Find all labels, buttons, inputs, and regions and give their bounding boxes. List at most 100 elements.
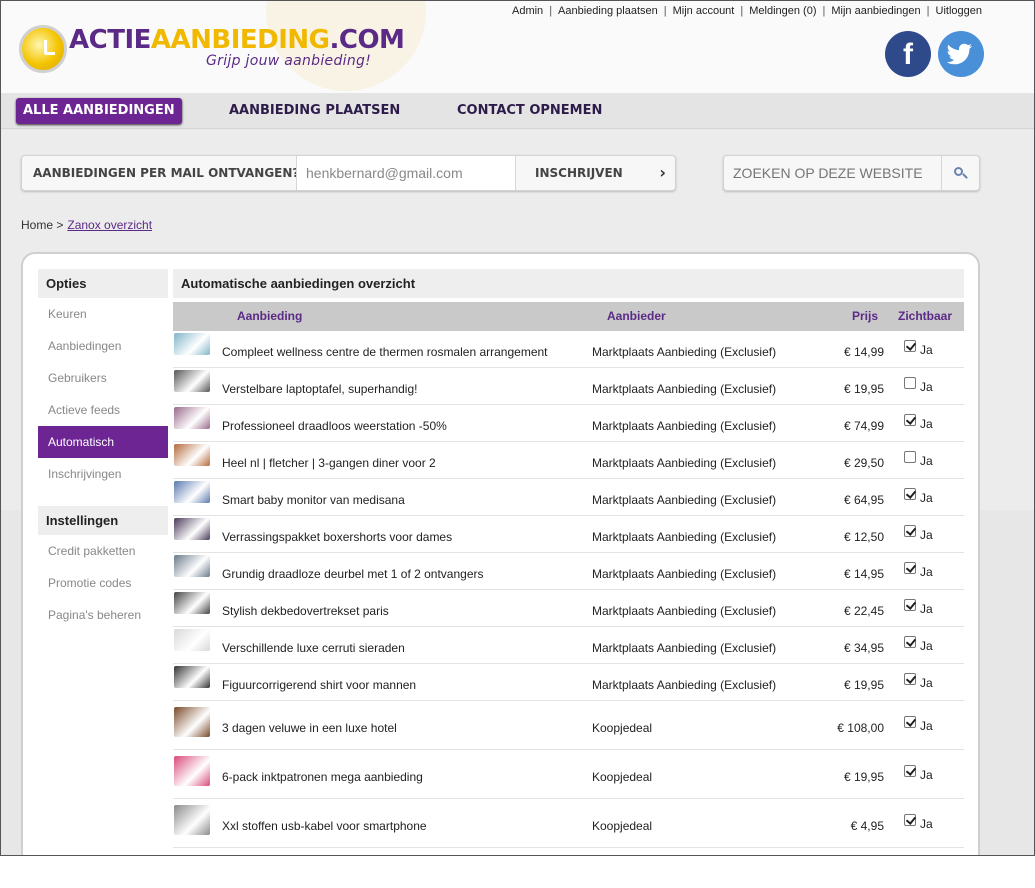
offer-thumbnail[interactable] — [174, 756, 210, 786]
offer-title[interactable]: Figuurcorrigerend shirt voor mannen — [222, 664, 416, 700]
table-row[interactable]: Figuurcorrigerend shirt voor mannen Markt… — [173, 664, 964, 701]
offer-title[interactable]: Verschillende luxe cerruti sieraden — [222, 627, 405, 663]
table-row[interactable]: Grundig draadloze deurbel met 1 of 2 ont… — [173, 553, 964, 590]
visible-checkbox[interactable] — [904, 716, 916, 728]
visible-checkbox[interactable] — [904, 525, 916, 537]
offer-thumbnail[interactable] — [174, 707, 210, 737]
breadcrumb-home[interactable]: Home > — [21, 218, 63, 232]
newsletter-label: AANBIEDINGEN PER MAIL ONTVANGEN? — [33, 166, 300, 180]
offer-title[interactable]: Professioneel draadloos weerstation -50% — [222, 405, 447, 441]
site-logo[interactable]: ACTIEAANBIEDING.COM Grijp jouw aanbiedin… — [19, 23, 405, 83]
column-header-provider[interactable]: Aanbieder — [607, 302, 666, 331]
visible-checkbox[interactable] — [904, 488, 916, 500]
offer-title[interactable]: Xxl stoffen usb-kabel voor smartphone — [222, 799, 427, 847]
nav-contact[interactable]: CONTACT OPNEMEN — [450, 98, 609, 124]
table-row[interactable]: 3 dagen veluwe in een luxe hotel Koopjede… — [173, 701, 964, 750]
offer-title[interactable]: 6-pack inktpatronen mega aanbieding — [222, 750, 423, 798]
visible-label: Ja — [920, 639, 933, 653]
offer-thumbnail[interactable] — [174, 407, 210, 429]
offer-title[interactable]: Smart baby monitor van medisana — [222, 479, 405, 515]
offer-title[interactable]: Verrassingspakket boxershorts voor dames — [222, 516, 452, 552]
facebook-icon[interactable]: f — [885, 31, 931, 77]
offer-title[interactable]: Heel nl | fletcher | 3-gangen diner voor… — [222, 442, 436, 478]
offer-thumbnail[interactable] — [174, 592, 210, 614]
offer-title[interactable]: Grundig draadloze deurbel met 1 of 2 ont… — [222, 553, 484, 589]
visible-checkbox[interactable] — [904, 814, 916, 826]
toplink-admin[interactable]: Admin — [512, 5, 543, 17]
offer-price: € 19,95 — [843, 770, 884, 784]
table-row[interactable]: Verschillende luxe cerruti sieraden Markt… — [173, 627, 964, 664]
search-button[interactable] — [943, 156, 979, 190]
offer-provider: Marktplaats Aanbieding (Exclusief) — [592, 493, 777, 507]
offer-price: € 74,99 — [843, 419, 884, 433]
offer-provider: Marktplaats Aanbieding (Exclusief) — [592, 530, 777, 544]
offer-thumbnail[interactable] — [174, 481, 210, 503]
sidebar-item-automatisch[interactable]: Automatisch — [38, 426, 168, 458]
offer-title[interactable]: 3 dagen veluwe in een luxe hotel — [222, 701, 397, 749]
table-row[interactable]: Professioneel draadloos weerstation -50%… — [173, 405, 964, 442]
offer-title[interactable]: Stylish dekbedovertrekset paris — [222, 590, 389, 626]
visible-label: Ja — [920, 719, 933, 733]
chevron-right-icon: › — [659, 163, 666, 182]
sidebar-item-paginas-beheren[interactable]: Pagina's beheren — [38, 599, 168, 631]
nav-place-offer[interactable]: AANBIEDING PLAATSEN — [222, 98, 407, 124]
sidebar-item-gebruikers[interactable]: Gebruikers — [38, 362, 168, 394]
visible-checkbox[interactable] — [904, 377, 916, 389]
offer-thumbnail[interactable] — [174, 444, 210, 466]
toplink-my-account[interactable]: Mijn account — [673, 5, 735, 17]
offer-thumbnail[interactable] — [174, 333, 210, 355]
visible-checkbox[interactable] — [904, 414, 916, 426]
visible-checkbox[interactable] — [904, 673, 916, 685]
offer-title[interactable]: Compleet wellness centre de thermen rosm… — [222, 331, 548, 367]
offer-price: € 12,50 — [843, 530, 884, 544]
table-row[interactable]: Smart baby monitor van medisana Marktplaa… — [173, 479, 964, 516]
column-header-price[interactable]: Prijs — [852, 302, 878, 331]
offer-price: € 64,95 — [843, 493, 884, 507]
visible-checkbox[interactable] — [904, 636, 916, 648]
nav-all-offers[interactable]: ALLE AANBIEDINGEN — [16, 98, 182, 124]
visible-checkbox[interactable] — [904, 451, 916, 463]
visible-checkbox[interactable] — [904, 562, 916, 574]
offer-thumbnail[interactable] — [174, 518, 210, 540]
toplink-my-offers[interactable]: Mijn aanbiedingen — [831, 5, 920, 17]
table-row[interactable]: Heel nl | fletcher | 3-gangen diner voor… — [173, 442, 964, 479]
toplink-notifications[interactable]: Meldingen (0) — [749, 5, 816, 17]
toplink-place-offer[interactable]: Aanbieding plaatsen — [558, 5, 658, 17]
newsletter-email-input[interactable] — [296, 156, 516, 190]
table-row[interactable]: Verstelbare laptoptafel, superhandig! Mar… — [173, 368, 964, 405]
twitter-bird-icon[interactable] — [938, 31, 984, 77]
offer-thumbnail[interactable] — [174, 666, 210, 688]
sidebar-item-inschrijvingen[interactable]: Inschrijvingen — [38, 458, 168, 490]
offer-thumbnail[interactable] — [174, 555, 210, 577]
table-row[interactable]: Verrassingspakket boxershorts voor dames… — [173, 516, 964, 553]
column-header-offer[interactable]: Aanbieding — [237, 302, 302, 331]
visible-checkbox[interactable] — [904, 340, 916, 352]
logo-tagline: Grijp jouw aanbieding! — [206, 53, 372, 69]
offer-thumbnail[interactable] — [174, 629, 210, 651]
offer-title[interactable]: Verstelbare laptoptafel, superhandig! — [222, 368, 417, 404]
offer-thumbnail[interactable] — [174, 370, 210, 392]
visible-label: Ja — [920, 817, 933, 831]
sidebar-item-keuren[interactable]: Keuren — [38, 298, 168, 330]
table-row[interactable]: 6-pack inktpatronen mega aanbieding Koopj… — [173, 750, 964, 799]
subscribe-button[interactable]: INSCHRIJVEN › — [516, 156, 676, 190]
breadcrumb-current[interactable]: Zanox overzicht — [67, 218, 152, 232]
sidebar-item-aanbiedingen[interactable]: Aanbiedingen — [38, 330, 168, 362]
column-header-visible[interactable]: Zichtbaar — [898, 302, 952, 331]
offer-thumbnail[interactable] — [174, 805, 210, 835]
sidebar-item-actieve-feeds[interactable]: Actieve feeds — [38, 394, 168, 426]
logo-wordmark: ACTIEAANBIEDING.COM — [69, 25, 405, 55]
table-row[interactable]: Stylish dekbedovertrekset paris Marktplaa… — [173, 590, 964, 627]
search-input[interactable] — [724, 156, 942, 190]
visible-checkbox[interactable] — [904, 599, 916, 611]
sidebar-item-promotie-codes[interactable]: Promotie codes — [38, 567, 168, 599]
sidebar-item-credit-pakketten[interactable]: Credit pakketten — [38, 535, 168, 567]
newsletter-bar: AANBIEDINGEN PER MAIL ONTVANGEN? INSCHRI… — [21, 155, 676, 191]
visible-checkbox[interactable] — [904, 765, 916, 777]
visible-label: Ja — [920, 454, 933, 468]
offer-provider: Marktplaats Aanbieding (Exclusief) — [592, 567, 777, 581]
table-row[interactable]: Compleet wellness centre de thermen rosm… — [173, 331, 964, 368]
toplink-logout[interactable]: Uitloggen — [936, 5, 982, 17]
table-row[interactable]: Xxl stoffen usb-kabel voor smartphone Koo… — [173, 799, 964, 848]
offer-provider: Marktplaats Aanbieding (Exclusief) — [592, 456, 777, 470]
